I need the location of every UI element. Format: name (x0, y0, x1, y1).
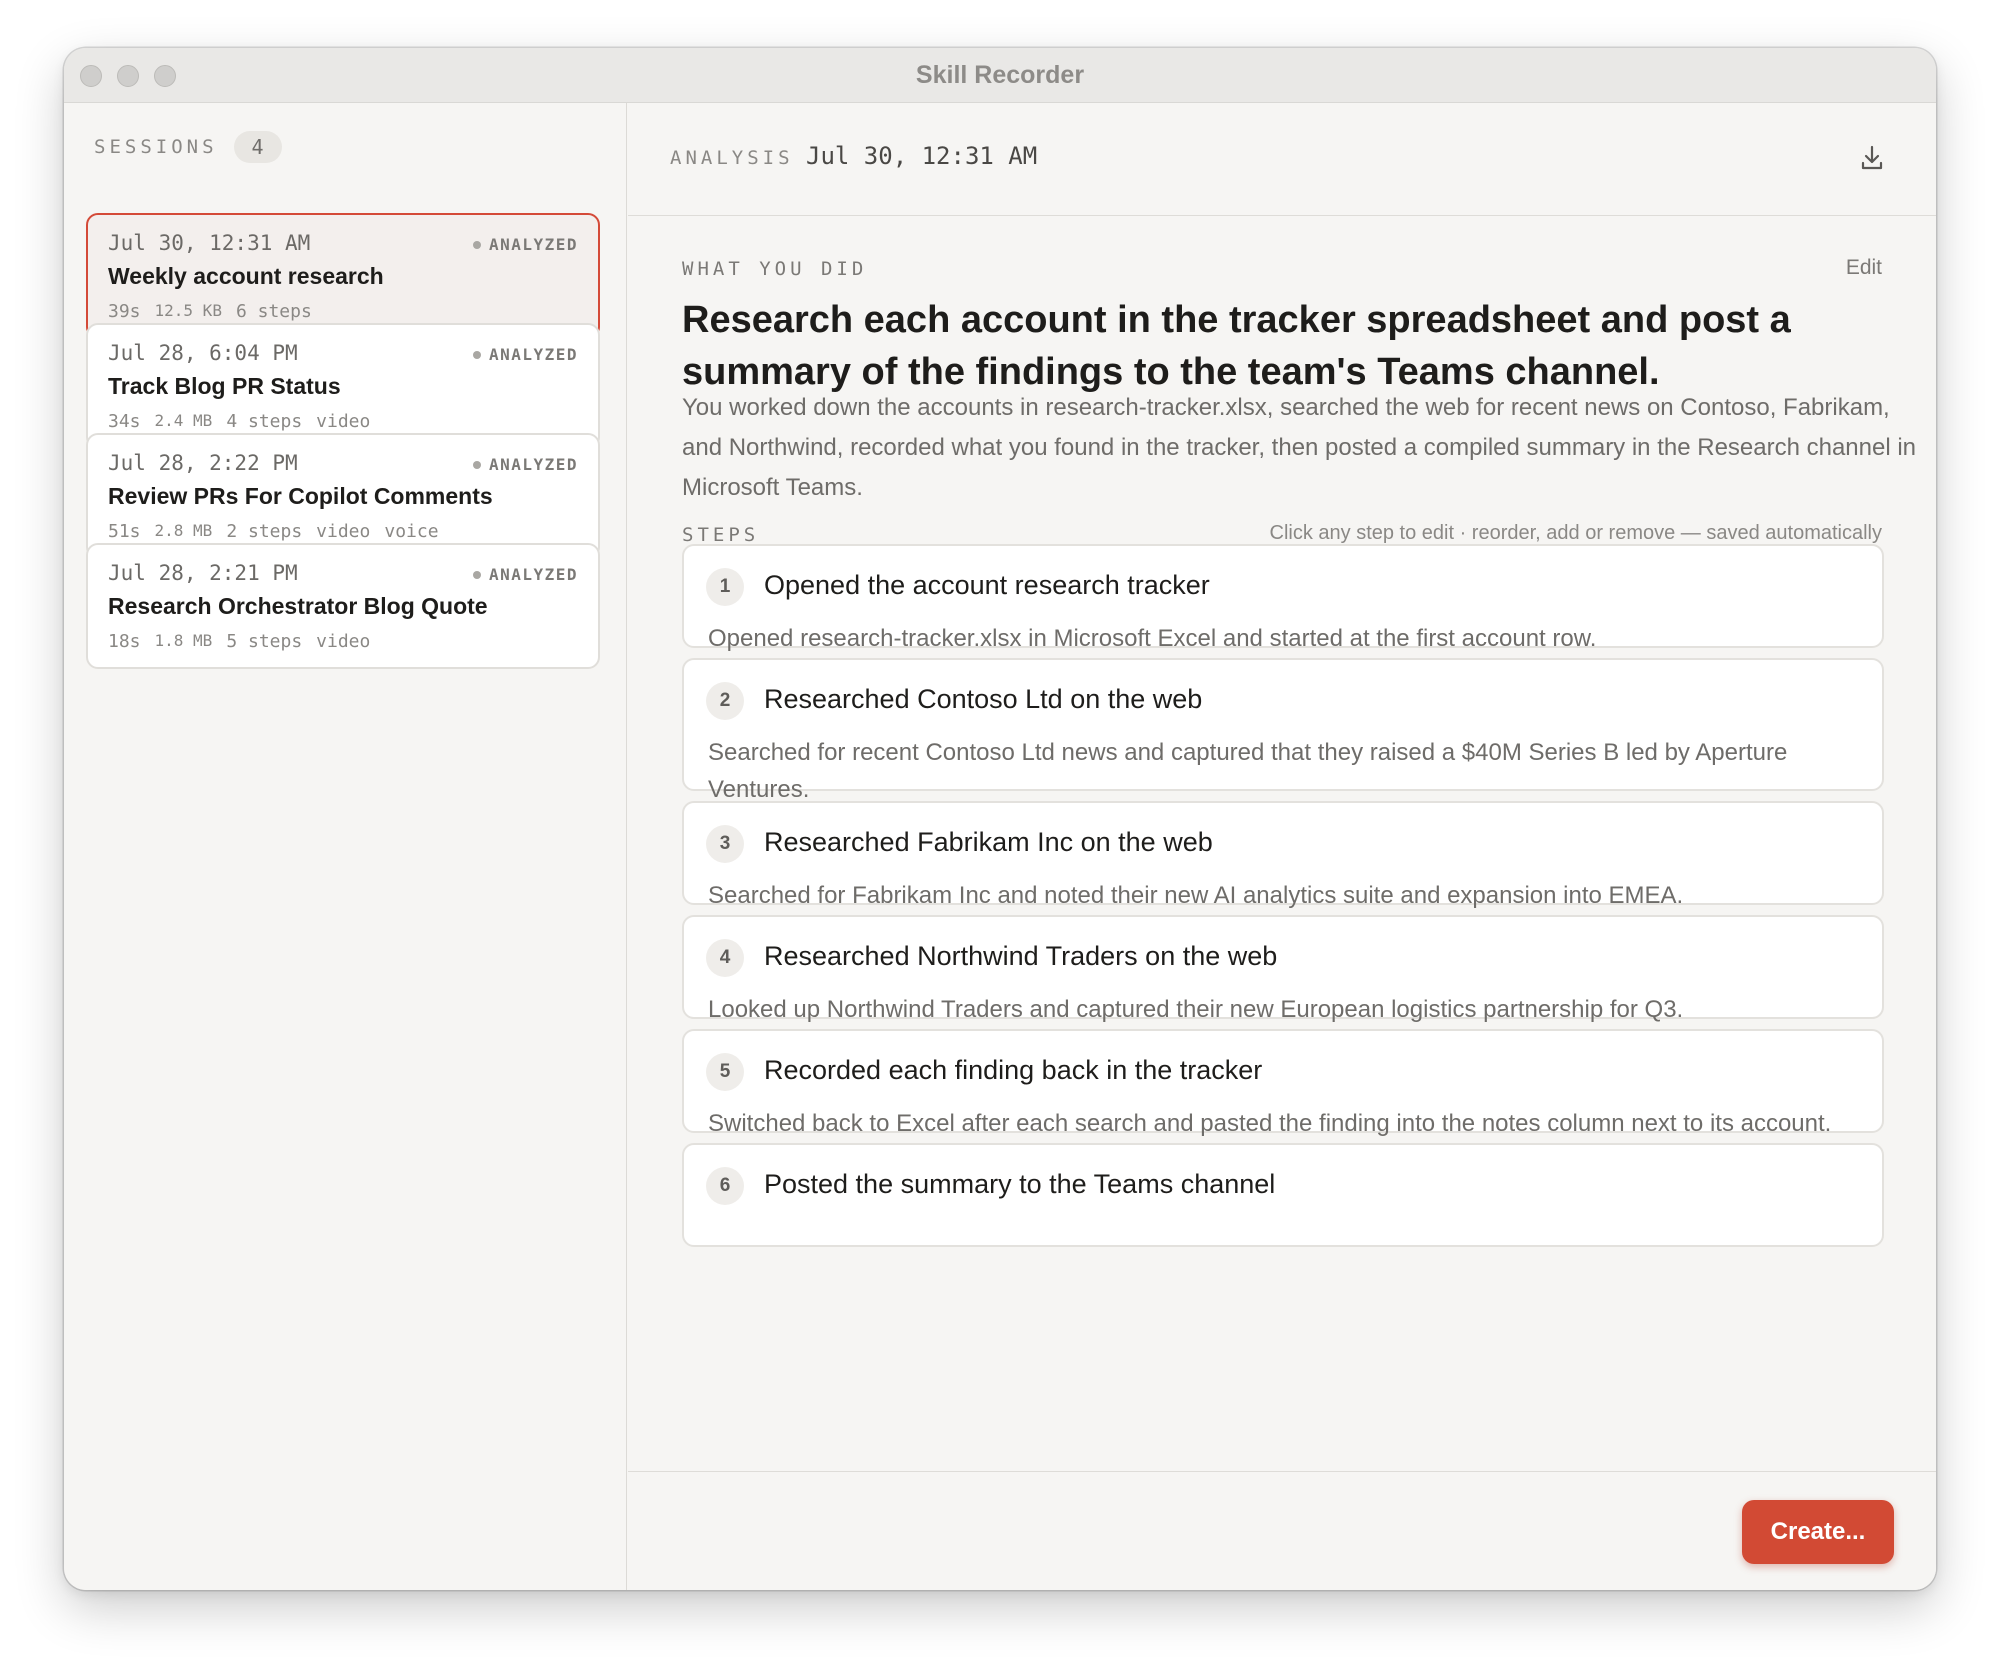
step-card[interactable]: 1 Opened the account research tracker Open… (682, 544, 1884, 652)
edit-button[interactable]: Edit (1846, 256, 1882, 280)
create-button[interactable]: Create... (1742, 1500, 1894, 1564)
what-you-did-label: WHAT YOU DID (682, 258, 868, 280)
step-number: 4 (706, 939, 744, 977)
step-card[interactable]: 2 Researched Contoso Ltd on the web Search… (682, 658, 1884, 803)
step-number: 5 (706, 1053, 744, 1091)
step-number: 3 (706, 825, 744, 863)
steps-hint: Click any step to edit · reorder, add or… (1269, 522, 1883, 544)
step-card[interactable]: 4 Researched Northwind Traders on the web… (682, 915, 1884, 1023)
step-title: Opened the account research tracker (764, 570, 1210, 600)
session-steps: 6 steps (235, 301, 312, 322)
session-card[interactable]: Jul 28, 2:21 PM ANALYZED Research Orchestr… (86, 543, 600, 669)
step-description: Searched for recent Contoso Ltd news and… (708, 739, 1788, 803)
session-title: Weekly account research (108, 263, 384, 289)
session-media-tag: video (316, 411, 371, 432)
sessions-label: SESSIONS (94, 136, 218, 158)
session-media-tag: video (316, 631, 371, 652)
status-dot-icon (472, 460, 481, 469)
session-status: ANALYZED (472, 345, 578, 364)
step-number: 6 (706, 1167, 744, 1205)
download-icon[interactable] (1858, 143, 1886, 173)
session-status: ANALYZED (472, 565, 578, 584)
status-dot-icon (472, 240, 481, 249)
step-description: Opened research-tracker.xlsx in Microsof… (708, 625, 1597, 652)
session-duration: 39s (108, 301, 141, 322)
status-dot-icon (472, 570, 481, 579)
session-media-tag: video (316, 521, 371, 542)
step-title: Recorded each finding back in the tracke… (764, 1055, 1263, 1085)
session-title: Review PRs For Copilot Comments (108, 483, 493, 509)
session-date: Jul 28, 2:21 PM (108, 561, 298, 585)
step-number: 2 (706, 682, 744, 720)
task-headline: Research each account in the tracker spr… (682, 299, 1791, 393)
session-card[interactable]: Jul 28, 6:04 PM ANALYZED Track Blog PR Sta… (86, 323, 600, 449)
step-description: Searched for Fabrikam Inc and noted thei… (708, 882, 1684, 909)
session-date: Jul 30, 12:31 AM (108, 231, 311, 255)
session-meta: 51s 2.8 MB 2 steps video voice (108, 521, 439, 542)
step-number: 1 (706, 568, 744, 606)
session-date: Jul 28, 2:22 PM (108, 451, 298, 475)
analysis-content: WHAT YOU DID Edit Research each account … (628, 216, 1936, 1472)
session-card[interactable]: Jul 28, 2:22 PM ANALYZED Review PRs For Co… (86, 433, 600, 559)
analysis-label: ANALYSIS (670, 147, 794, 169)
session-status-label: ANALYZED (488, 345, 578, 364)
session-duration: 18s (108, 631, 141, 652)
session-steps: 5 steps (226, 631, 303, 652)
session-meta: 39s 12.5 KB 6 steps (108, 301, 312, 322)
session-meta: 18s 1.8 MB 5 steps video (108, 631, 370, 652)
session-size: 2.8 MB (154, 521, 213, 540)
step-title: Researched Northwind Traders on the web (764, 941, 1278, 971)
session-size: 2.4 MB (154, 411, 213, 430)
sessions-sidebar: SESSIONS 4 Jul 30, 12:31 AM ANALYZED Weekl… (64, 103, 627, 1590)
session-status: ANALYZED (472, 235, 578, 254)
session-size: 1.8 MB (154, 631, 213, 650)
step-title: Posted the summary to the Teams channel (764, 1169, 1276, 1199)
session-status-label: ANALYZED (488, 235, 578, 254)
step-description: Looked up Northwind Traders and captured… (708, 996, 1684, 1023)
session-media-tag: voice (384, 521, 439, 542)
session-status-label: ANALYZED (488, 455, 578, 474)
session-meta: 34s 2.4 MB 4 steps video (108, 411, 370, 432)
sessions-count-badge: 4 (233, 131, 282, 163)
sessions-header: SESSIONS 4 (94, 131, 282, 163)
status-dot-icon (472, 350, 481, 359)
step-title: Researched Fabrikam Inc on the web (764, 827, 1213, 857)
step-description: Switched back to Excel after each search… (708, 1110, 1832, 1137)
session-card[interactable]: Jul 30, 12:31 AM ANALYZED Weekly account r… (86, 213, 600, 339)
analysis-panel: ANALYSIS Jul 30, 12:31 AM WHAT YOU DID E… (628, 103, 1936, 1590)
session-duration: 51s (108, 521, 141, 542)
session-size: 12.5 KB (154, 301, 222, 320)
session-status: ANALYZED (472, 455, 578, 474)
title-bar: Skill Recorder (64, 48, 1936, 103)
analysis-header: ANALYSIS Jul 30, 12:31 AM (628, 103, 1936, 216)
session-status-label: ANALYZED (488, 565, 578, 584)
session-steps: 2 steps (226, 521, 303, 542)
app-window: Skill Recorder SESSIONS 4 Jul 30, 12:31 … (64, 48, 1936, 1590)
step-card[interactable]: 3 Researched Fabrikam Inc on the web Searc… (682, 801, 1884, 909)
session-title: Track Blog PR Status (108, 373, 341, 399)
session-title: Research Orchestrator Blog Quote (108, 593, 488, 619)
session-duration: 34s (108, 411, 141, 432)
window-title: Skill Recorder (915, 61, 1085, 89)
session-steps: 4 steps (226, 411, 303, 432)
step-card[interactable]: 5 Recorded each finding back in the track… (682, 1029, 1884, 1137)
analysis-date: Jul 30, 12:31 AM (806, 142, 1038, 170)
task-summary: You worked down the accounts in research… (682, 394, 1917, 501)
step-card[interactable]: 6 Posted the summary to the Teams channel (682, 1143, 1884, 1247)
steps-label: STEPS (682, 524, 760, 546)
session-date: Jul 28, 6:04 PM (108, 341, 298, 365)
footer-bar: Create... (628, 1471, 1936, 1590)
step-title: Researched Contoso Ltd on the web (764, 684, 1203, 714)
